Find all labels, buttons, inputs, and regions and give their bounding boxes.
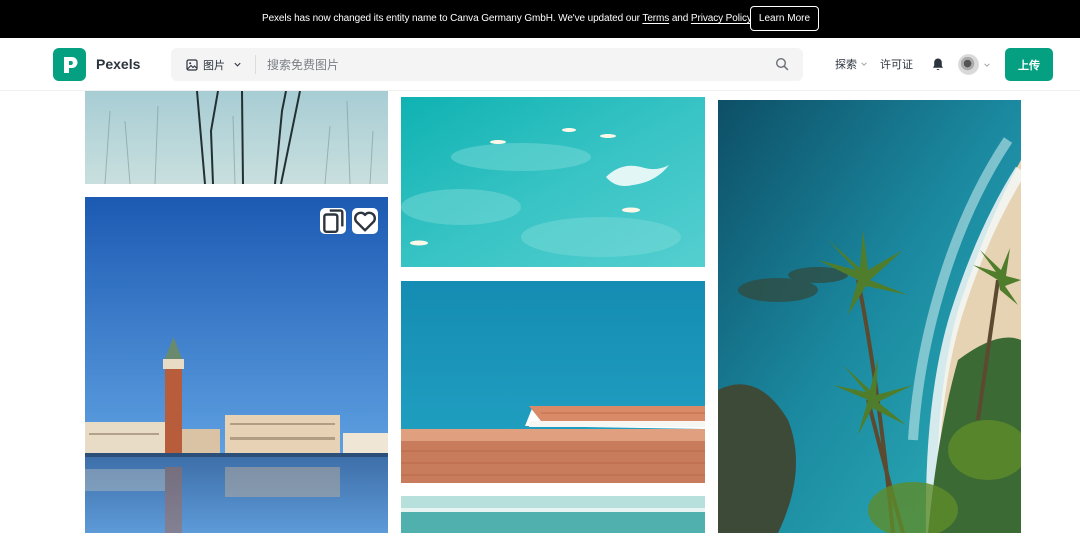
pexels-logo-icon	[63, 56, 77, 73]
terms-link[interactable]: Terms	[642, 13, 669, 24]
chevron-down-icon	[861, 62, 867, 66]
photo-pool-image	[401, 496, 705, 533]
search-type-dropdown[interactable]: 图片	[171, 48, 255, 81]
image-icon	[186, 58, 198, 71]
collection-icon	[323, 209, 344, 234]
photo-tropical-beach[interactable]	[718, 100, 1021, 533]
heart-icon	[354, 211, 376, 232]
site-header: Pexels 图片 探索 许可证	[0, 38, 1080, 91]
banner-text-and: and	[669, 13, 691, 24]
announcement-banner: Pexels has now changed its entity name t…	[0, 0, 1080, 38]
search-bar: 图片	[171, 48, 803, 81]
chevron-down-icon	[234, 62, 241, 67]
photo-venice-image	[85, 197, 388, 533]
photo-surfers-aerial[interactable]	[401, 97, 705, 267]
photo-surfers-aerial-image	[401, 97, 705, 267]
photo-pool[interactable]	[401, 496, 705, 533]
photo-grass-sky-image	[85, 91, 388, 184]
user-menu[interactable]	[958, 54, 991, 75]
photo-tropical-beach-image	[718, 100, 1021, 533]
nav-explore[interactable]: 探索	[835, 56, 868, 72]
search-input[interactable]	[267, 48, 757, 81]
chevron-down-icon	[984, 62, 990, 67]
banner-text-before: Pexels has now changed its entity name t…	[262, 13, 643, 24]
photo-venice[interactable]	[85, 197, 388, 533]
brand-name[interactable]: Pexels	[96, 56, 140, 72]
photo-terracotta-roof-image	[401, 281, 705, 483]
like-button[interactable]	[352, 208, 378, 234]
nav-explore-label: 探索	[835, 58, 857, 71]
collect-button[interactable]	[320, 208, 346, 234]
photo-terracotta-roof[interactable]	[401, 281, 705, 483]
learn-more-button[interactable]: Learn More	[750, 6, 819, 31]
privacy-policy-link[interactable]: Privacy Policy	[691, 13, 751, 24]
banner-message: Pexels has now changed its entity name t…	[262, 13, 754, 24]
search-button[interactable]	[775, 57, 791, 73]
nav-license[interactable]: 许可证	[880, 56, 913, 72]
search-type-label: 图片	[203, 58, 225, 72]
upload-button[interactable]: 上传	[1005, 48, 1053, 81]
search-icon	[775, 57, 789, 71]
pexels-logo[interactable]	[53, 48, 86, 81]
photo-actions	[320, 208, 378, 234]
notifications-button[interactable]	[931, 57, 945, 72]
search-divider	[255, 55, 256, 74]
bell-icon	[933, 58, 943, 71]
photo-grass-sky[interactable]	[85, 91, 388, 184]
avatar	[958, 54, 979, 75]
